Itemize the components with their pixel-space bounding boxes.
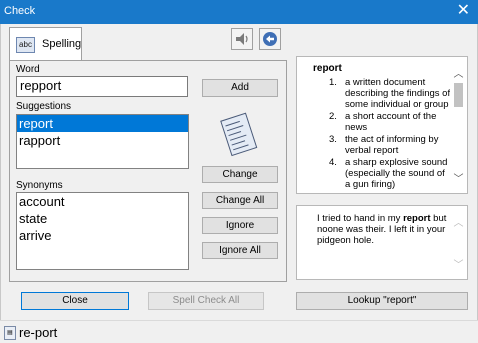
change-all-button[interactable]: Change All: [202, 192, 278, 209]
definition-item: 3. the act of informing by verbal report: [329, 134, 439, 156]
synonyms-list[interactable]: account state arrive: [16, 192, 189, 270]
list-item[interactable]: state: [17, 210, 188, 227]
document-illustration-icon: [220, 112, 258, 157]
ignore-button[interactable]: Ignore: [202, 217, 278, 234]
scroll-up-icon[interactable]: ︿: [450, 214, 467, 229]
scroll-down-icon[interactable]: ﹀: [450, 170, 467, 185]
back-button[interactable]: [259, 28, 281, 50]
ignore-all-button[interactable]: Ignore All: [202, 242, 278, 259]
definition-item: 2. a short account of the news: [329, 111, 437, 133]
tab-label: Spelling: [42, 38, 82, 50]
tab-spelling[interactable]: abc Spelling: [9, 27, 82, 61]
definition-word: report: [313, 63, 342, 74]
context-text: I tried to hand in my report but noone w…: [317, 213, 447, 246]
document-icon: ▤: [4, 326, 16, 340]
speaker-icon: [236, 33, 248, 45]
context-scrollbar[interactable]: ︿ ﹀: [450, 206, 467, 279]
close-button[interactable]: Close: [21, 292, 129, 310]
back-arrow-icon: [263, 32, 277, 46]
close-icon[interactable]: ✕: [457, 2, 470, 20]
title-bar: Check ✕: [0, 0, 478, 24]
window-title: Check: [4, 5, 36, 17]
spelling-icon: abc: [16, 37, 35, 53]
suggestions-list[interactable]: report rapport: [16, 114, 189, 169]
scroll-down-icon[interactable]: ﹀: [450, 256, 467, 271]
list-item[interactable]: account: [17, 193, 188, 210]
word-input[interactable]: repport: [16, 76, 188, 97]
lookup-button[interactable]: Lookup "report": [296, 292, 468, 310]
definition-list: 1. a written document describing the find…: [313, 77, 451, 191]
status-bar: ▤ re-port: [0, 320, 478, 343]
definition-panel[interactable]: report 1. a written document describing t…: [296, 56, 468, 194]
suggestions-label: Suggestions: [16, 101, 72, 112]
definition-scrollbar[interactable]: ︿ ﹀: [450, 57, 467, 193]
synonyms-label: Synonyms: [16, 180, 63, 191]
spell-check-all-button[interactable]: Spell Check All: [148, 292, 264, 310]
definition-item: 1. a written document describing the find…: [329, 77, 451, 110]
scroll-thumb[interactable]: [454, 83, 463, 107]
word-label: Word: [16, 64, 40, 75]
add-button[interactable]: Add: [202, 79, 278, 97]
scroll-up-icon[interactable]: ︿: [450, 65, 467, 80]
list-item[interactable]: arrive: [17, 227, 188, 244]
status-text: re-port: [19, 325, 58, 340]
context-panel[interactable]: I tried to hand in my report but noone w…: [296, 205, 468, 280]
change-button[interactable]: Change: [202, 166, 278, 183]
definition-item: 4. a sharp explosive sound (especially th…: [329, 157, 448, 190]
speak-button[interactable]: [231, 28, 253, 50]
list-item[interactable]: report: [17, 115, 188, 132]
list-item[interactable]: rapport: [17, 132, 188, 149]
